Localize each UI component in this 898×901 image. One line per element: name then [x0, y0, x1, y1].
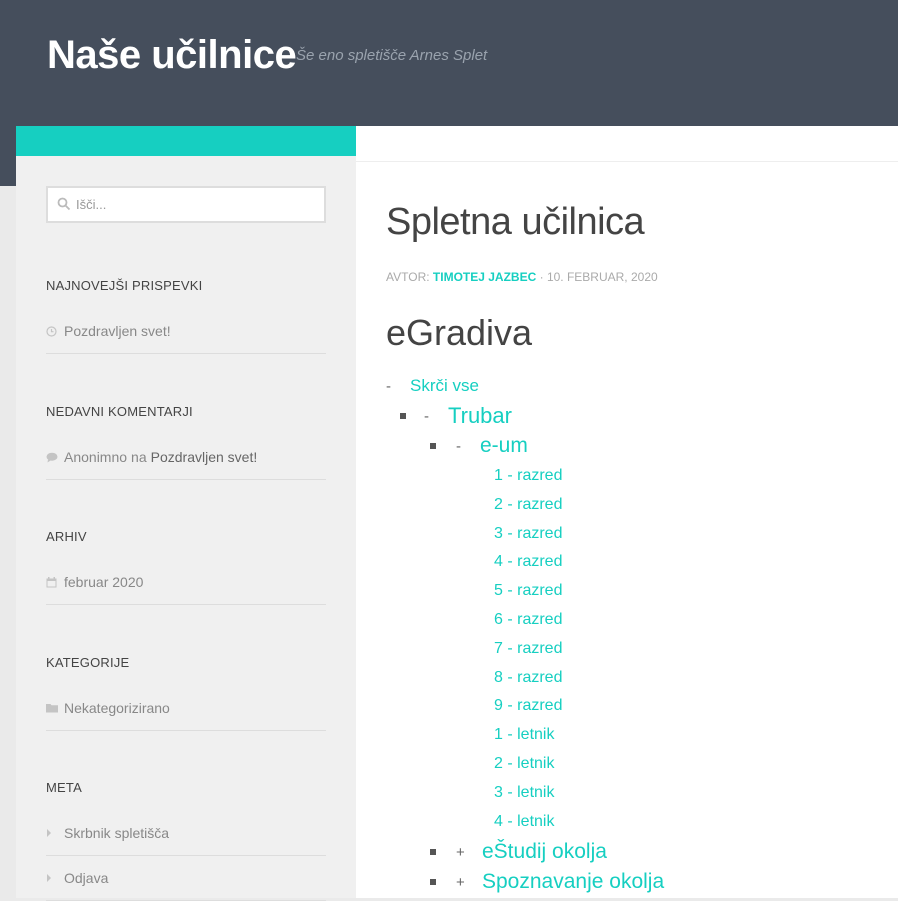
eum-child-link[interactable]: 3 - letnik: [494, 784, 554, 802]
eum-child-link[interactable]: 2 - razred: [494, 496, 562, 514]
recent-post-item[interactable]: Pozdravljen svet!: [46, 309, 326, 354]
eum-child-link[interactable]: 4 - letnik: [494, 813, 554, 831]
eum-child-item[interactable]: 5 - razred: [494, 582, 562, 600]
post-date: 10. FEBRUAR, 2020: [546, 270, 658, 284]
eum-child-link[interactable]: 1 - razred: [494, 467, 562, 485]
widget-archive: ARHIV februar 2020: [46, 529, 326, 605]
node-link[interactable]: Trubar: [448, 403, 512, 429]
collapse-toggle[interactable]: -: [386, 378, 410, 395]
eum-child-item[interactable]: 9 - razred: [494, 697, 562, 715]
divider: [356, 161, 898, 162]
eum-child-item[interactable]: 3 - letnik: [494, 784, 554, 802]
clock-icon: [46, 325, 64, 337]
eum-child-link[interactable]: 5 - razred: [494, 582, 562, 600]
site-header: Naše učilnice Še eno spletišče Arnes Spl…: [0, 0, 898, 126]
node-link[interactable]: eŠtudij okolja: [482, 840, 607, 864]
folder-icon: [46, 703, 64, 713]
list-bullet: [430, 443, 436, 449]
meta-item[interactable]: Odjava: [46, 856, 326, 901]
widget-recent-comments: NEDAVNI KOMENTARJI Anonimno na Pozdravlj…: [46, 404, 326, 480]
main-content: Spletna učilnica AVTOR: TIMOTEJ JAZBEC ·…: [356, 126, 898, 898]
collapse-all-link[interactable]: Skrči vse: [410, 376, 479, 396]
sidebar-accent-bar: [16, 126, 356, 156]
comment-post-link[interactable]: Pozdravljen svet!: [151, 449, 258, 465]
list-bullet: [430, 849, 436, 855]
category-item[interactable]: Nekategorizirano: [46, 686, 326, 731]
section-heading: eGradiva: [386, 312, 533, 353]
collapse-all-row[interactable]: - Skrči vse: [386, 376, 479, 396]
node-link[interactable]: e-um: [480, 434, 528, 458]
left-gutter: [0, 126, 16, 898]
widget-meta: META Skrbnik spletišča Odjava: [46, 780, 326, 901]
left-gutter-dark: [0, 126, 16, 186]
eum-child-link[interactable]: 2 - letnik: [494, 755, 554, 773]
tree-node-trubar[interactable]: - Trubar: [400, 403, 512, 429]
eum-child-item[interactable]: 3 - razred: [494, 525, 562, 543]
eum-child-link[interactable]: 4 - razred: [494, 553, 562, 571]
comment-author: Anonimno: [64, 449, 128, 465]
list-bullet: [430, 879, 436, 885]
widget-recent-posts: NAJNOVEJŠI PRISPEVKI Pozdravljen svet!: [46, 278, 326, 354]
eum-child-item[interactable]: 1 - razred: [494, 467, 562, 485]
search-box: [46, 186, 326, 223]
meta-link[interactable]: Skrbnik spletišča: [64, 825, 169, 841]
eum-child-item[interactable]: 7 - razred: [494, 640, 562, 658]
category-link[interactable]: Nekategorizirano: [64, 700, 170, 716]
meta-item[interactable]: Skrbnik spletišča: [46, 811, 326, 856]
site-title[interactable]: Naše učilnice: [47, 33, 297, 78]
eum-child-link[interactable]: 9 - razred: [494, 697, 562, 715]
tree-node-spoznavanje[interactable]: + Spoznavanje okolja: [430, 870, 664, 894]
author-link[interactable]: TIMOTEJ JAZBEC: [433, 270, 536, 284]
node-toggle[interactable]: -: [424, 408, 448, 425]
widget-title: ARHIV: [46, 529, 87, 544]
recent-post-link[interactable]: Pozdravljen svet!: [64, 323, 171, 339]
eum-child-link[interactable]: 7 - razred: [494, 640, 562, 658]
node-toggle[interactable]: +: [456, 844, 482, 861]
byline-separator: ·: [539, 270, 544, 284]
eum-child-link[interactable]: 6 - razred: [494, 611, 562, 629]
post-byline: AVTOR: TIMOTEJ JAZBEC · 10. FEBRUAR, 202…: [386, 270, 658, 284]
tree-node-estudij[interactable]: + eŠtudij okolja: [430, 840, 607, 864]
eum-child-item[interactable]: 8 - razred: [494, 669, 562, 687]
node-toggle[interactable]: -: [456, 438, 480, 455]
widget-title: NEDAVNI KOMENTARJI: [46, 404, 193, 419]
node-toggle[interactable]: +: [456, 874, 482, 891]
widget-title: META: [46, 780, 82, 795]
sidebar: NAJNOVEJŠI PRISPEVKI Pozdravljen svet! N…: [16, 126, 356, 901]
eum-child-item[interactable]: 2 - letnik: [494, 755, 554, 773]
archive-item[interactable]: februar 2020: [46, 560, 326, 605]
archive-link[interactable]: februar 2020: [64, 574, 143, 590]
eum-child-item[interactable]: 6 - razred: [494, 611, 562, 629]
eum-child-item[interactable]: 4 - letnik: [494, 813, 554, 831]
eum-child-item[interactable]: 1 - letnik: [494, 726, 554, 744]
tree-node-eum[interactable]: - e-um: [430, 434, 528, 458]
eum-child-item[interactable]: 2 - razred: [494, 496, 562, 514]
meta-link[interactable]: Odjava: [64, 870, 108, 886]
caret-right-icon: [46, 829, 64, 837]
list-bullet: [400, 413, 406, 419]
speech-bubble-icon: [46, 452, 64, 463]
search-input[interactable]: [76, 188, 316, 221]
widget-categories: KATEGORIJE Nekategorizirano: [46, 655, 326, 731]
eum-child-item[interactable]: 4 - razred: [494, 553, 562, 571]
search-icon: [57, 197, 71, 211]
comment-on: na: [131, 449, 147, 465]
eum-child-link[interactable]: 8 - razred: [494, 669, 562, 687]
byline-prefix: AVTOR:: [386, 270, 430, 284]
site-tagline: Še eno spletišče Arnes Splet: [296, 47, 488, 64]
node-link[interactable]: Spoznavanje okolja: [482, 870, 664, 894]
widget-title: KATEGORIJE: [46, 655, 130, 670]
post-title: Spletna učilnica: [386, 201, 645, 243]
caret-right-icon: [46, 874, 64, 882]
recent-comment-item: Anonimno na Pozdravljen svet!: [46, 435, 326, 480]
eum-child-link[interactable]: 3 - razred: [494, 525, 562, 543]
calendar-icon: [46, 576, 64, 588]
eum-child-link[interactable]: 1 - letnik: [494, 726, 554, 744]
widget-title: NAJNOVEJŠI PRISPEVKI: [46, 278, 203, 293]
